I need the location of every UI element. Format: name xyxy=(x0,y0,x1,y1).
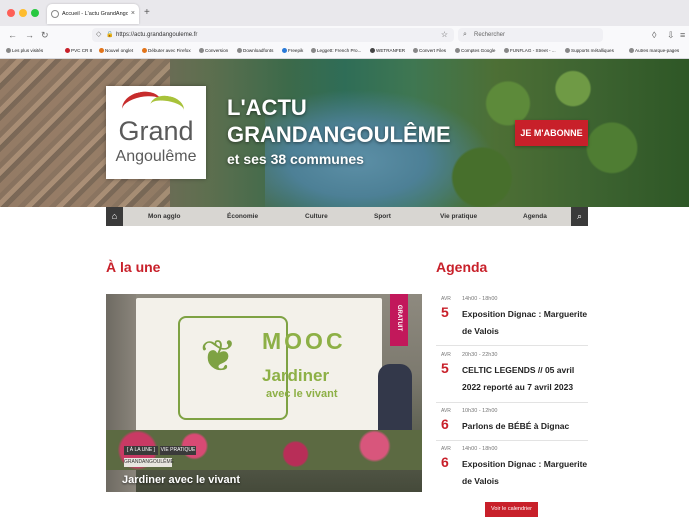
section-title-a-la-une: À la une xyxy=(106,259,161,275)
agenda-title[interactable]: Exposition Dignac : Marguerite de Valois xyxy=(462,306,594,340)
subscribe-button[interactable]: JE M'ABONNE xyxy=(515,120,588,146)
window-close-button[interactable] xyxy=(7,9,15,17)
browser-tab-active[interactable]: Accueil - L'actu GrandAngoulême × xyxy=(47,4,139,24)
tab-title: Accueil - L'actu GrandAngoulême xyxy=(62,11,128,17)
menu-item-vie-pratique[interactable]: Vie pratique xyxy=(440,207,477,226)
bookmark-item[interactable]: Freepik xyxy=(282,44,303,58)
bookmark-item[interactable]: Nouvel onglet xyxy=(99,44,133,58)
bookmark-item[interactable]: WETRANFER xyxy=(370,44,405,58)
home-icon[interactable]: ⌂ xyxy=(106,207,123,226)
tag-vie-pratique[interactable]: VIE PRATIQUE xyxy=(160,446,196,455)
bookmarks-bar: Les plus visités PVC CR 8 Nouvel onglet … xyxy=(0,44,689,59)
bookmark-item[interactable]: PVC CR 8 xyxy=(65,44,92,58)
lock-icon[interactable]: 🔒 xyxy=(106,28,113,42)
bookmark-item[interactable]: Supports métalliques xyxy=(565,44,614,58)
gratuit-badge: GRATUIT xyxy=(390,294,408,346)
browser-tab-bar: Accueil - L'actu GrandAngoulême × + xyxy=(0,0,689,26)
bookmark-item[interactable]: Leggett: French Pro... xyxy=(311,44,361,58)
tab-favicon-icon xyxy=(51,10,59,18)
pocket-icon[interactable]: ◊ xyxy=(652,29,656,41)
back-arrow-icon[interactable]: ← xyxy=(8,29,17,41)
agenda-month: AVR xyxy=(441,352,451,358)
search-icon: ⌕ xyxy=(463,31,467,38)
agenda-divider xyxy=(436,440,588,441)
hero-title-line1: L'ACTU xyxy=(227,95,307,120)
hero-subtitle: et ses 38 communes xyxy=(227,151,364,167)
agenda-day: 6 xyxy=(441,454,449,470)
bookmark-item[interactable]: Convert Files xyxy=(413,44,446,58)
agenda-day: 5 xyxy=(441,360,449,376)
bookmark-item[interactable]: Les plus visités xyxy=(6,44,43,58)
bookmark-star-icon[interactable]: ☆ xyxy=(441,28,448,42)
see-calendar-button[interactable]: Voir le calendrier xyxy=(485,502,538,517)
browser-search-input[interactable]: ⌕ Rechercher xyxy=(458,28,603,42)
featured-article-title[interactable]: Jardiner avec le vivant xyxy=(122,474,240,486)
featured-photo-person xyxy=(378,364,412,434)
mooc-title: MOOC xyxy=(262,328,346,354)
bookmark-item[interactable]: Débuter avec Firefox xyxy=(142,44,191,58)
bookmark-item[interactable]: Conversion xyxy=(199,44,228,58)
agenda-divider xyxy=(436,402,588,403)
agenda-month: AVR xyxy=(441,408,451,414)
window-zoom-button[interactable] xyxy=(31,9,39,17)
tag-grandangouleme[interactable]: GRANDANGOULÊME xyxy=(124,458,174,467)
menu-icon[interactable]: ≡ xyxy=(680,29,685,41)
agenda-day: 6 xyxy=(441,416,449,432)
agenda-time: 14h00 - 18h00 xyxy=(462,296,498,302)
logo-text-grand: Grand xyxy=(118,116,194,146)
hero-title-line2: GRANDANGOULÊME xyxy=(227,122,451,147)
forward-arrow-icon[interactable]: → xyxy=(25,29,34,41)
agenda-title[interactable]: Exposition Dignac : Marguerite de Valois xyxy=(462,456,594,490)
agenda-day: 5 xyxy=(441,304,449,320)
browser-nav-bar: ← → ↻ ◇ 🔒 https://actu.grandangouleme.fr… xyxy=(0,26,689,44)
menu-item-sport[interactable]: Sport xyxy=(374,207,391,226)
section-title-agenda: Agenda xyxy=(436,259,488,275)
tag-a-la-une[interactable]: [ À LA UNE ] xyxy=(124,446,158,455)
address-bar[interactable]: ◇ 🔒 https://actu.grandangouleme.fr ☆ xyxy=(92,28,454,42)
shield-icon[interactable]: ◇ xyxy=(96,28,101,42)
mooc-poster: ❦ MOOC Jardiner avec le vivant xyxy=(136,298,382,434)
menu-item-culture[interactable]: Culture xyxy=(305,207,328,226)
bookmark-item[interactable]: Downloadfonts xyxy=(237,44,273,58)
featured-article[interactable]: ❦ MOOC Jardiner avec le vivant GRATUIT [… xyxy=(106,294,422,492)
bookmark-item[interactable]: Comptes Google xyxy=(455,44,495,58)
mooc-subtitle-line1: Jardiner xyxy=(262,366,330,385)
browser-search-placeholder[interactable]: Rechercher xyxy=(474,28,505,42)
download-icon[interactable]: ⇩ xyxy=(667,29,675,41)
site-search-icon[interactable]: ⌕ xyxy=(571,207,588,226)
bookmark-item[interactable]: Autres marque-pages xyxy=(629,44,679,58)
mooc-subtitle-line2: avec le vivant xyxy=(266,388,338,400)
new-tab-button[interactable]: + xyxy=(144,6,150,20)
reload-icon[interactable]: ↻ xyxy=(41,29,49,41)
sprout-icon: ❦ xyxy=(200,332,237,381)
bookmark-item[interactable]: FUNFLAG - Street - ... xyxy=(504,44,556,58)
agenda-title[interactable]: CELTIC LEGENDS // 05 avril 2022 reporté … xyxy=(462,362,594,396)
menu-item-mon-agglo[interactable]: Mon agglo xyxy=(148,207,181,226)
window-minimize-button[interactable] xyxy=(19,9,27,17)
tab-close-icon[interactable]: × xyxy=(131,4,135,24)
agenda-time: 10h30 - 12h00 xyxy=(462,408,498,414)
logo-text-angouleme: Angoulême xyxy=(115,148,197,165)
site-logo[interactable]: Grand Angoulême xyxy=(106,86,206,179)
agenda-month: AVR xyxy=(441,446,451,452)
agenda-divider xyxy=(436,345,588,346)
site-menu: ⌂ Mon agglo Économie Culture Sport Vie p… xyxy=(106,207,588,226)
agenda-title[interactable]: Parlons de BÉBÉ à Dignac xyxy=(462,418,594,435)
menu-item-economie[interactable]: Économie xyxy=(227,207,258,226)
menu-item-agenda[interactable]: Agenda xyxy=(523,207,547,226)
agenda-time: 20h30 - 22h30 xyxy=(462,352,498,358)
address-bar-url[interactable]: https://actu.grandangouleme.fr xyxy=(116,28,197,42)
agenda-time: 14h00 - 18h00 xyxy=(462,446,498,452)
agenda-month: AVR xyxy=(441,296,451,302)
